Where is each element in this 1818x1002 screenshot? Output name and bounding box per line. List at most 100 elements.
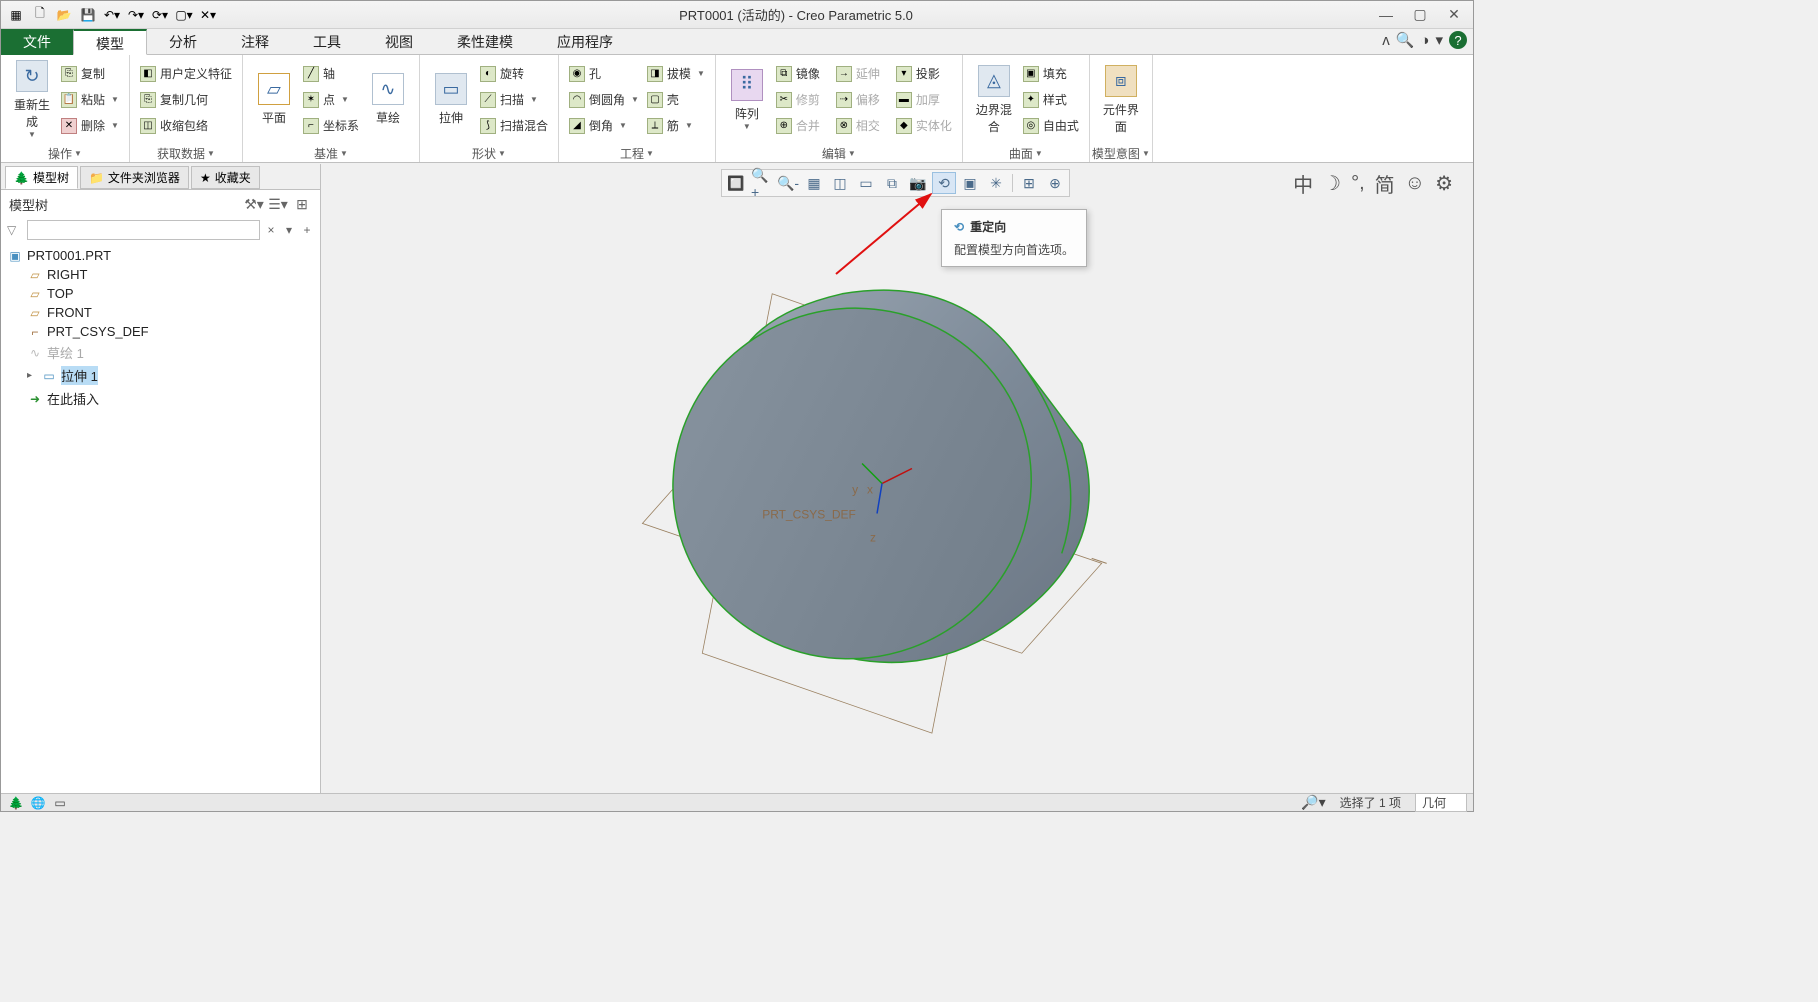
- hole-button[interactable]: ◉孔: [565, 62, 643, 86]
- datum-display-icon[interactable]: ⊞: [1017, 172, 1041, 194]
- model-canvas[interactable]: y x z PRT_CSYS_DEF: [321, 164, 1473, 793]
- capture-icon[interactable]: 📷: [906, 172, 930, 194]
- open-icon[interactable]: 📂: [53, 4, 75, 26]
- sb-layers-icon[interactable]: ▭: [51, 796, 69, 810]
- app-icon[interactable]: ▦: [5, 4, 27, 26]
- save-icon[interactable]: 💾: [77, 4, 99, 26]
- spin-center-icon[interactable]: ⊕: [1043, 172, 1067, 194]
- new-icon[interactable]: 🗋: [29, 4, 51, 26]
- tab-annotate[interactable]: 注释: [219, 29, 291, 55]
- annotations-icon[interactable]: ✳: [984, 172, 1008, 194]
- repaint-icon[interactable]: ▦: [802, 172, 826, 194]
- regenerate-button[interactable]: ↻ 重新生成 ▼: [7, 58, 57, 141]
- moon-icon[interactable]: ☽: [1323, 171, 1341, 196]
- search-commands-icon[interactable]: 🔍: [1396, 31, 1415, 49]
- close-button[interactable]: ✕: [1441, 5, 1467, 25]
- extrude-button[interactable]: ▭拉伸: [426, 71, 476, 128]
- maximize-button[interactable]: ▢: [1407, 5, 1433, 25]
- redo-icon[interactable]: ↷▾: [125, 4, 147, 26]
- intersect-button[interactable]: ⊗相交: [832, 114, 892, 138]
- sidebar-tab-favorites[interactable]: ★收藏夹: [191, 166, 260, 189]
- zoom-in-icon[interactable]: 🔍+: [750, 172, 774, 194]
- minimize-button[interactable]: —: [1373, 5, 1399, 25]
- tab-tools[interactable]: 工具: [291, 29, 363, 55]
- style-button[interactable]: ✦样式: [1019, 88, 1083, 112]
- tab-file[interactable]: 文件: [1, 29, 73, 55]
- offset-button[interactable]: ⇢偏移: [832, 88, 892, 112]
- regen-icon[interactable]: ⟳▾: [149, 4, 171, 26]
- tab-flex[interactable]: 柔性建模: [435, 29, 535, 55]
- sweep-blend-button[interactable]: ⟆扫描混合: [476, 114, 552, 138]
- perspective-icon[interactable]: ▣: [958, 172, 982, 194]
- tree-filter-input[interactable]: [27, 220, 260, 240]
- point-button[interactable]: ✶点▼: [299, 88, 363, 112]
- solidify-button[interactable]: ◆实体化: [892, 114, 956, 138]
- fill-button[interactable]: ▣填充: [1019, 62, 1083, 86]
- tree-node-sketch1[interactable]: ∿草绘 1: [3, 341, 318, 364]
- windows-icon[interactable]: ▢▾: [173, 4, 195, 26]
- collapse-ribbon-icon[interactable]: ʌ: [1382, 32, 1390, 49]
- chamfer-button[interactable]: ◢倒角▼: [565, 114, 643, 138]
- saved-views-icon[interactable]: ▭: [854, 172, 878, 194]
- tree-node-top[interactable]: ▱TOP: [3, 284, 318, 303]
- viewport[interactable]: y x z PRT_CSYS_DEF 🔲 🔍+ 🔍- ▦ ◫ ▭ ⧉ 📷 ⟲ ▣…: [321, 164, 1473, 793]
- reorient-icon[interactable]: ⟲: [932, 172, 956, 194]
- freestyle-button[interactable]: ◎自由式: [1019, 114, 1083, 138]
- project-button[interactable]: ▾投影: [892, 62, 956, 86]
- simplified-icon[interactable]: 简: [1375, 169, 1395, 198]
- refit-icon[interactable]: 🔲: [724, 172, 748, 194]
- sb-browser-icon[interactable]: 🌐: [29, 796, 47, 810]
- tree-display-icon[interactable]: ☰▾: [268, 194, 288, 214]
- paste-button[interactable]: 📋粘贴▼: [57, 88, 123, 112]
- axis-button[interactable]: ╱轴: [299, 62, 363, 86]
- copy-button[interactable]: ⎘复制: [57, 62, 123, 86]
- tree-node-insert-here[interactable]: ➜在此插入: [3, 387, 318, 410]
- undo-icon[interactable]: ↶▾: [101, 4, 123, 26]
- sketch-button[interactable]: ∿草绘: [363, 71, 413, 128]
- tree-root[interactable]: ▣ PRT0001.PRT: [3, 246, 318, 265]
- rib-button[interactable]: ⟂筋▼: [643, 114, 709, 138]
- filter-clear-icon[interactable]: ×: [264, 223, 278, 237]
- revolve-button[interactable]: ◐旋转: [476, 62, 552, 86]
- filter-label[interactable]: 几何: [1415, 793, 1467, 812]
- trim-button[interactable]: ✂修剪: [772, 88, 832, 112]
- comma-icon[interactable]: °,: [1351, 172, 1365, 195]
- component-interface-button[interactable]: ⧈元件界面: [1096, 63, 1146, 137]
- tree-node-extrude1[interactable]: ▸▭拉伸 1: [3, 364, 318, 387]
- sidebar-tab-folders[interactable]: 📁文件夹浏览器: [80, 166, 189, 189]
- display-style-icon[interactable]: ◫: [828, 172, 852, 194]
- help-icon[interactable]: ?: [1449, 31, 1467, 49]
- tab-app[interactable]: 应用程序: [535, 29, 635, 55]
- boundary-blend-button[interactable]: ◬边界混合: [969, 63, 1019, 137]
- tab-analysis[interactable]: 分析: [147, 29, 219, 55]
- close-win-icon[interactable]: ✕▾: [197, 4, 219, 26]
- tree-node-csys[interactable]: ⌐PRT_CSYS_DEF: [3, 322, 318, 341]
- smiley-icon[interactable]: ☺: [1405, 172, 1425, 195]
- extend-button[interactable]: →延伸: [832, 62, 892, 86]
- thicken-button[interactable]: ▬加厚: [892, 88, 956, 112]
- tree-node-front[interactable]: ▱FRONT: [3, 303, 318, 322]
- find-icon[interactable]: 🔎▾: [1301, 794, 1325, 811]
- learning-icon[interactable]: ◑: [1420, 32, 1429, 49]
- sweep-button[interactable]: ⟋扫描▼: [476, 88, 552, 112]
- gear-icon[interactable]: ⚙: [1435, 171, 1453, 196]
- copy-geom-button[interactable]: ⎘复制几何: [136, 88, 236, 112]
- filter-dd-icon[interactable]: ▾: [282, 223, 296, 237]
- shell-button[interactable]: ▢壳: [643, 88, 709, 112]
- csys-button[interactable]: ⌐坐标系: [299, 114, 363, 138]
- pattern-button[interactable]: ⠿阵列▼: [722, 67, 772, 133]
- tree-columns-icon[interactable]: ⊞: [292, 194, 312, 214]
- tab-model[interactable]: 模型: [73, 29, 147, 55]
- udf-button[interactable]: ◧用户定义特征: [136, 62, 236, 86]
- zhong-icon[interactable]: 中: [1293, 169, 1313, 198]
- sidebar-tab-modeltree[interactable]: 🌲模型树: [5, 166, 78, 189]
- filter-icon[interactable]: ▽: [7, 223, 23, 237]
- shrinkwrap-button[interactable]: ◫收缩包络: [136, 114, 236, 138]
- sb-tree-icon[interactable]: 🌲: [7, 796, 25, 810]
- tree-settings-icon[interactable]: ⚒▾: [244, 194, 264, 214]
- filter-add-icon[interactable]: +: [300, 223, 314, 237]
- zoom-out-icon[interactable]: 🔍-: [776, 172, 800, 194]
- mirror-button[interactable]: ⧉镜像: [772, 62, 832, 86]
- round-button[interactable]: ◠倒圆角▼: [565, 88, 643, 112]
- plane-button[interactable]: ▱平面: [249, 71, 299, 128]
